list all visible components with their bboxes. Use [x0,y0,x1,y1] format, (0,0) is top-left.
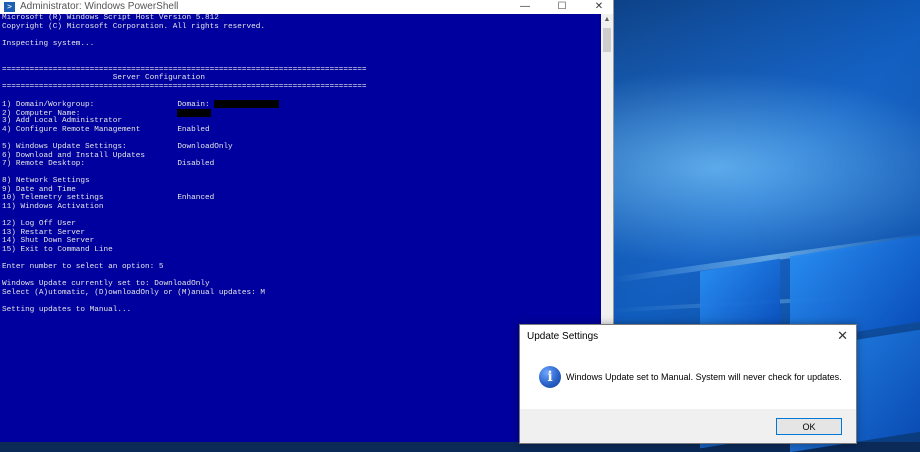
window-title: Administrator: Windows PowerShell [20,1,179,12]
menu-label: 5) Windows Update Settings: [2,142,127,151]
scroll-up-arrow-icon[interactable]: ▲ [601,14,613,26]
redacted-block [214,99,280,108]
menu-item-date-time: 9) Date and Time [2,185,76,194]
console-area[interactable]: Microsoft (R) Windows Script Host Versio… [0,14,601,442]
menu-item-exit: 15) Exit to Command Line [2,246,113,255]
powershell-icon: > [4,2,15,12]
menu-value: Enabled [177,125,210,134]
dialog-close-button[interactable]: ✕ [837,328,848,344]
maximize-button[interactable]: ☐ [546,0,578,14]
console-line: Inspecting system... [2,39,95,48]
menu-item-activation: 11) Windows Activation [2,203,104,212]
menu-item-add-admin: 3) Add Local Administrator [2,117,122,126]
redacted-block [177,108,212,117]
info-icon: i [539,366,561,388]
console-line: Copyright (C) Microsoft Corporation. All… [2,22,265,31]
console-rule: ========================================… [2,65,367,74]
close-button[interactable]: ✕ [583,0,615,14]
menu-label: 1) Domain/Workgroup: [2,100,95,109]
menu-item-restart: 13) Restart Server [2,228,86,237]
menu-item-download-updates: 6) Download and Install Updates [2,151,146,160]
menu-value: Enhanced [177,194,215,203]
console-output: Microsoft (R) Windows Script Host Versio… [2,14,600,315]
console-line: Microsoft (R) Windows Script Host Versio… [2,14,219,22]
update-settings-dialog[interactable]: Update Settings ✕ i Windows Update set t… [519,324,857,444]
menu-label: 10) Telemetry settings [2,194,104,203]
dialog-footer: OK [520,409,856,443]
menu-value: Disabled [177,160,215,169]
dialog-title: Update Settings [527,331,599,342]
ok-button[interactable]: OK [776,418,842,435]
scroll-thumb[interactable] [603,28,611,52]
minimize-button[interactable]: — [509,0,541,14]
console-rule: ========================================… [2,82,367,91]
window-titlebar[interactable]: > Administrator: Windows PowerShell — ☐ … [0,0,613,14]
menu-label: 7) Remote Desktop: [2,160,86,169]
console-line: Windows Update currently set to: Downloa… [2,280,210,289]
menu-label: 4) Configure Remote Management [2,125,141,134]
console-line: Setting updates to Manual... [2,306,132,315]
menu-item-remote-desktop: 7) Remote Desktop: Disabled [2,160,600,169]
menu-value: DownloadOnly [177,142,233,151]
menu-item-log-off: 12) Log Off User [2,220,76,229]
menu-item-computer-name: 2) Computer Name: [2,108,600,118]
menu-item-remote-management: 4) Configure Remote Management Enabled [2,126,600,135]
dialog-message: Windows Update set to Manual. System wil… [566,372,842,382]
menu-item-telemetry: 10) Telemetry settings Enhanced [2,194,600,203]
menu-item-network: 8) Network Settings [2,177,90,186]
menu-item-windows-update: 5) Windows Update Settings: DownloadOnly [2,143,600,152]
console-line: Select (A)utomatic, (D)ownloadOnly or (M… [2,289,265,297]
console-prompt: Enter number to select an option: 5 [2,263,164,272]
menu-item-shutdown: 14) Shut Down Server [2,237,95,246]
menu-item-domain: 1) Domain/Workgroup: Domain: [2,99,600,109]
console-banner: Server Configuration [2,74,205,83]
